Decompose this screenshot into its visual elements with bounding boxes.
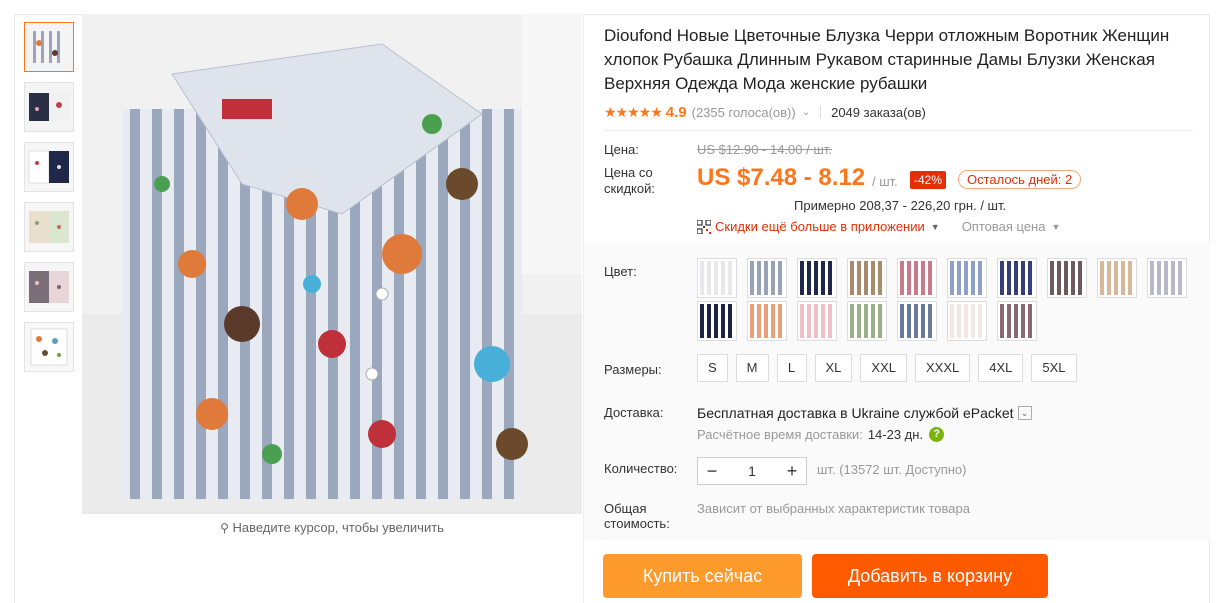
color-swatch-image [1100,261,1134,295]
color-swatch[interactable] [997,258,1037,298]
color-swatch-image [800,304,834,338]
days-left-badge: Осталось дней: 2 [958,170,1082,189]
color-swatches [697,258,1197,341]
thumbnail[interactable] [24,202,74,252]
per-unit: / шт. [872,174,898,189]
old-price: US $12.90 - 14.00 / шт. [697,142,832,157]
color-swatch-image [850,261,884,295]
thumbnail[interactable] [24,322,74,372]
color-swatch[interactable] [747,301,787,341]
color-swatch-image [700,304,734,338]
color-swatch-image [1050,261,1084,295]
total-note: Зависит от выбранных характеристик товар… [697,501,970,516]
thumbnail[interactable] [24,262,74,312]
divider [820,106,822,118]
price-block: Цена: US $12.90 - 14.00 / шт. Цена со ск… [604,131,1204,251]
app-discount-row: Скидки ещё больше в приложении ▼ Оптовая… [697,219,1060,234]
minus-icon[interactable]: − [698,458,726,484]
size-option-button[interactable]: XXXL [915,354,971,382]
rating-value: 4.9 [665,103,687,121]
color-swatch-image [1000,304,1034,338]
quantity-stepper: − 1 + [697,457,807,485]
product-image[interactable] [82,14,582,514]
color-label: Цвет: [604,264,637,279]
shipping-method[interactable]: Бесплатная доставка в Ukraine службой eP… [697,405,1032,421]
wholesale-price-link[interactable]: Оптовая цена [962,219,1046,234]
delivery-estimate-label: Расчётное время доставки: [697,427,863,442]
discount-badge: -42% [910,171,947,189]
size-option-button[interactable]: XL [814,354,853,382]
shipping-label: Доставка: [604,405,664,420]
discount-price-label: Цена со скидкой: [604,165,655,196]
zoom-hint: ⚲ Наведите курсор, чтобы увеличить [82,520,582,535]
quantity-input[interactable]: 1 [726,463,778,479]
color-swatch-image [850,304,884,338]
votes-link[interactable]: (2355 голоса(ов)) [692,105,796,120]
color-swatch[interactable] [847,301,887,341]
color-swatch-image [1150,261,1184,295]
color-swatch[interactable] [697,258,737,298]
color-swatch[interactable] [997,301,1037,341]
orders-count: 2049 заказа(ов) [831,104,926,120]
color-swatch[interactable] [1147,258,1187,298]
thumbnail[interactable] [24,82,74,132]
size-option-button[interactable]: S [697,354,728,382]
color-swatch[interactable] [797,301,837,341]
star-rating-icon: ★★★★★ [604,103,663,120]
caret-down-icon[interactable]: ▼ [931,222,940,232]
search-icon: ⚲ [220,521,229,535]
rating-row: ★★★★★ 4.9 (2355 голоса(ов)) ⌄ 2049 заказ… [604,102,1204,122]
size-option-button[interactable]: L [776,354,807,382]
color-swatch[interactable] [897,301,937,341]
app-discount-link[interactable]: Скидки ещё больше в приложении [715,219,925,234]
color-swatch-image [800,261,834,295]
buy-now-button[interactable]: Купить сейчас [603,554,802,598]
color-swatch-image [900,304,934,338]
color-swatch-image [1000,261,1034,295]
size-list: S M L XL XXL XXXL 4XL 5XL [697,354,1077,382]
thumbnail[interactable] [24,142,74,192]
price-label: Цена: [604,142,639,157]
sale-price: US $7.48 - 8.12 [697,164,866,191]
plus-icon[interactable]: + [778,458,806,484]
approx-price: Примерно 208,37 - 226,20 грн. / шт. [794,198,1007,213]
color-swatch-image [900,261,934,295]
color-swatch[interactable] [897,258,937,298]
help-icon[interactable]: ? [929,427,945,442]
size-option-button[interactable]: XXL [860,354,907,382]
size-option-button[interactable]: 4XL [978,354,1024,382]
stock-available: шт. (13572 шт. Доступно) [817,462,967,477]
add-to-cart-button[interactable]: Добавить в корзину [812,554,1048,598]
color-swatch[interactable] [1047,258,1087,298]
color-swatch-image [750,261,784,295]
thumbnail[interactable] [24,22,74,72]
color-swatch[interactable] [947,258,987,298]
delivery-estimate-days: 14-23 дн. [867,427,924,442]
color-swatch[interactable] [847,258,887,298]
size-option-button[interactable]: M [735,354,769,382]
color-swatch[interactable] [797,258,837,298]
color-swatch-image [750,304,784,338]
chevron-down-icon[interactable]: ⌄ [1017,406,1032,420]
color-swatch[interactable] [747,258,787,298]
product-title: Dioufond Новые Цветочные Блузка Черри от… [604,26,1170,93]
chevron-down-icon[interactable]: ⌄ [802,107,810,118]
color-swatch[interactable] [1097,258,1137,298]
color-swatch[interactable] [947,301,987,341]
size-option-button[interactable]: 5XL [1031,354,1077,382]
delivery-estimate: Расчётное время доставки: 14-23 дн. ? [697,427,945,442]
qr-code-icon [697,219,711,234]
size-label: Размеры: [604,362,662,377]
thumbnail-list [24,22,74,382]
shipping-method-text: Бесплатная доставка в Ukraine службой eP… [697,405,1014,421]
caret-down-icon[interactable]: ▼ [1051,222,1060,232]
zoom-hint-text: Наведите курсор, чтобы увеличить [232,520,444,535]
quantity-label: Количество: [604,461,678,476]
color-swatch-image [950,304,984,338]
total-label: Общая стоимость: [604,501,670,531]
color-swatch[interactable] [697,301,737,341]
product-info: Dioufond Новые Цветочные Блузка Черри от… [604,24,1204,251]
color-swatch-image [950,261,984,295]
color-swatch-image [700,261,734,295]
